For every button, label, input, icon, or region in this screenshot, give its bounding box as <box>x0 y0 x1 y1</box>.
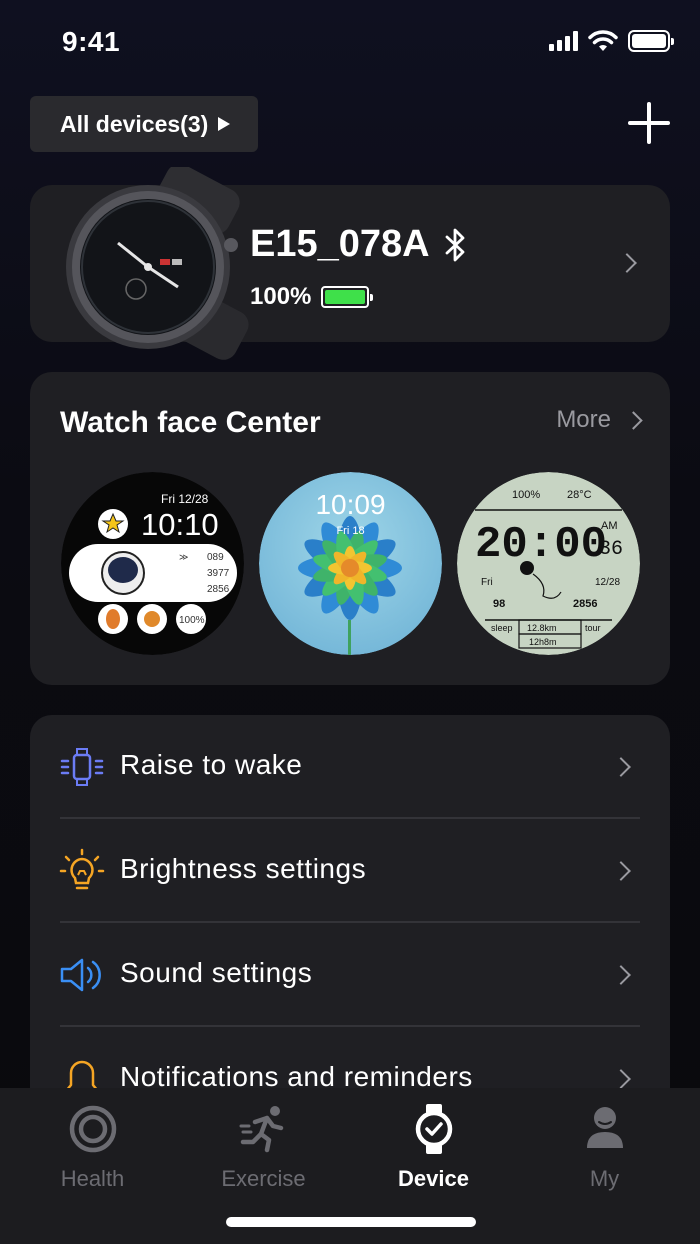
face3-steps: 2856 <box>573 598 597 610</box>
face3-date: 12/28 <box>595 577 620 588</box>
tab-label: Device <box>398 1166 469 1191</box>
watch-face-lcd[interactable]: 100% 28°C 20:00 AM 36 Fri 12/28 98 2856 … <box>457 472 640 655</box>
home-indicator <box>226 1217 476 1227</box>
face3-sleep: sleep <box>491 623 513 633</box>
face3-distance: 12.8km <box>527 623 557 633</box>
device-battery-text: 100% <box>250 283 312 310</box>
setting-sound[interactable]: Sound settings <box>30 923 670 1027</box>
watch-face-astronaut[interactable]: Fri 12/28 10:10 ≫ 089 3977 2856 100% <box>61 472 244 655</box>
face2-date: Fri 18 <box>336 525 364 537</box>
cellular-signal-icon <box>549 31 578 51</box>
face3-temp: 28°C <box>567 489 592 501</box>
face3-duration: 12h8m <box>529 637 557 647</box>
face3-ampm: AM <box>601 520 618 532</box>
tab-exercise[interactable]: Exercise <box>176 1102 351 1192</box>
smartwatch-image <box>66 167 249 360</box>
tab-label: My <box>589 1166 620 1191</box>
device-name: E15_078A <box>250 223 468 266</box>
device-battery-icon <box>321 286 374 308</box>
health-ring-icon <box>69 1105 116 1153</box>
tab-device[interactable]: Device <box>346 1102 521 1192</box>
setting-label: Brightness settings <box>120 853 367 884</box>
face3-battery: 100% <box>512 489 540 501</box>
watch-face-flower[interactable]: 10:09 Fri 18 <box>259 472 442 655</box>
chevron-right-icon <box>617 253 637 273</box>
face3-day: Fri <box>481 577 493 588</box>
battery-status-icon <box>628 30 674 52</box>
more-button[interactable]: More <box>556 406 643 434</box>
person-icon <box>586 1107 623 1148</box>
setting-label: Raise to wake <box>120 749 303 780</box>
tab-my[interactable]: My <box>517 1102 692 1192</box>
status-icons <box>549 30 674 52</box>
all-devices-label: All devices(3) <box>60 110 209 137</box>
face1-time: 10:10 <box>141 507 219 542</box>
all-devices-button[interactable]: All devices(3) <box>30 96 259 152</box>
wifi-icon <box>588 30 618 51</box>
face1-badge: 100% <box>179 615 205 626</box>
face3-tour: tour <box>585 623 601 633</box>
face1-stat-heart: 089 <box>207 552 224 563</box>
play-triangle-icon <box>218 117 231 131</box>
setting-label: Sound settings <box>120 957 313 988</box>
face3-seconds: 36 <box>599 538 623 561</box>
chevron-right-icon <box>611 861 631 881</box>
watch-icon <box>415 1104 452 1154</box>
running-icon <box>239 1106 283 1153</box>
tab-label: Exercise <box>221 1166 306 1191</box>
tab-label: Health <box>60 1166 125 1191</box>
chevron-right-icon <box>624 410 643 430</box>
chevron-right-icon <box>611 965 631 985</box>
setting-raise-to-wake[interactable]: Raise to wake <box>30 715 670 819</box>
watch-face-title: Watch face Center <box>60 406 321 439</box>
more-label: More <box>556 406 611 433</box>
face1-stat-steps: 3977 <box>207 568 230 579</box>
speaker-icon <box>60 958 101 992</box>
setting-brightness[interactable]: Brightness settings <box>30 819 670 923</box>
lightbulb-icon <box>59 848 105 890</box>
add-device-button[interactable] <box>628 102 670 144</box>
status-bar: 9:41 <box>0 0 700 86</box>
status-time: 9:41 <box>62 26 121 57</box>
svg-text:≫: ≫ <box>179 552 188 562</box>
raise-to-wake-icon <box>60 748 104 786</box>
tab-health[interactable]: Health <box>5 1102 180 1192</box>
face1-stat-kcal: 2856 <box>207 584 230 595</box>
bluetooth-icon <box>445 228 464 261</box>
chevron-right-icon <box>611 757 631 777</box>
chevron-right-icon <box>611 1069 631 1089</box>
settings-list: Raise to wake Brightness settings Sound … <box>30 715 670 1115</box>
device-name-text: E15_078A <box>250 223 430 265</box>
face3-time: 20:00 <box>475 520 607 570</box>
face3-heart: 98 <box>493 598 505 610</box>
face1-date: Fri 12/28 <box>161 492 209 506</box>
watch-face-center-card: Watch face Center More Fri 12/28 10:10 ≫… <box>30 372 670 685</box>
face2-time: 10:09 <box>315 489 385 520</box>
device-card[interactable]: E15_078A 100% <box>30 167 670 360</box>
device-battery: 100% <box>250 283 374 311</box>
